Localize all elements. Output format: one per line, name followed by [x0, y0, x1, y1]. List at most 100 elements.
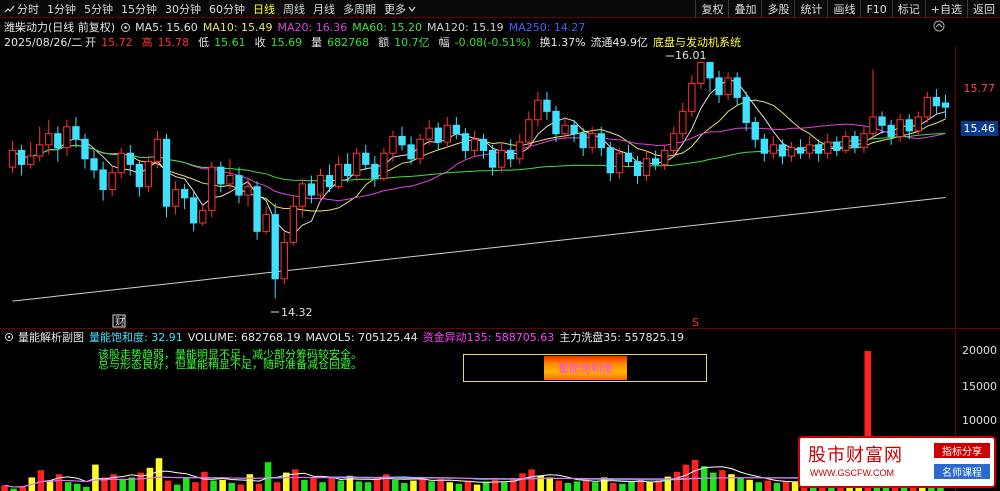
candle — [36, 144, 44, 157]
volume-bar — [237, 484, 245, 491]
saturation-bar: 量能饱和度 — [544, 356, 627, 380]
volume-bar — [273, 482, 281, 491]
tab-monthly[interactable]: 月线 — [309, 0, 339, 18]
tab-60min[interactable]: 60分钟 — [205, 0, 249, 18]
candle — [543, 99, 551, 112]
tab-daily[interactable]: 日线 — [249, 0, 279, 18]
back-button[interactable]: 返回 — [967, 0, 1000, 18]
candle — [307, 183, 316, 196]
tab-1min[interactable]: 1分钟 — [43, 0, 80, 18]
add-watchlist-button[interactable]: +自选 — [924, 0, 967, 18]
candle — [443, 124, 451, 143]
tab-more[interactable]: 更多 — [380, 0, 420, 18]
candle — [488, 149, 497, 168]
candle — [651, 158, 660, 165]
finance-marker[interactable]: 财 — [112, 314, 126, 328]
volume-bar — [501, 482, 508, 491]
candle — [887, 124, 895, 137]
candle — [742, 96, 750, 124]
volume-bar — [183, 477, 190, 491]
settings-icon[interactable] — [4, 332, 14, 342]
tab-weekly[interactable]: 周线 — [279, 0, 309, 18]
volume-bar — [73, 483, 81, 491]
volume-bar — [264, 462, 272, 491]
candle — [851, 135, 859, 149]
tab-label: 更多 — [384, 3, 406, 16]
candle — [479, 138, 488, 151]
draw-line-button[interactable]: 画线 — [827, 0, 860, 18]
candle — [842, 135, 850, 151]
period-tabs: 分时 1分钟 5分钟 15分钟 30分钟 60分钟 日线 周线 月线 多周期 更… — [0, 0, 420, 18]
volume-bar — [646, 482, 653, 491]
collapse-icon[interactable] — [933, 20, 945, 35]
candle — [298, 183, 307, 207]
candle — [434, 127, 442, 143]
candle — [343, 163, 352, 177]
candle — [796, 147, 805, 154]
candle — [516, 141, 524, 160]
tab-multi-period[interactable]: 多周期 — [339, 0, 380, 18]
tab-label: 1分钟 — [47, 3, 76, 16]
candle — [769, 144, 778, 154]
tab-intraday[interactable]: 分时 — [0, 0, 43, 18]
candle — [507, 149, 515, 160]
volume-bar — [246, 474, 254, 491]
candle — [316, 175, 325, 196]
price-tag-current: 15.46 — [960, 121, 998, 136]
s-marker: S — [692, 316, 699, 328]
candle — [226, 175, 234, 185]
statistics-button[interactable]: 统计 — [794, 0, 827, 18]
volume-bar — [319, 482, 326, 491]
volume-bar — [782, 481, 790, 491]
candle — [896, 119, 904, 137]
candle — [416, 138, 424, 160]
fund-anomaly-value: 资金异动135: 588705.63 — [422, 331, 555, 344]
candlestick-chart[interactable]: 16.01 14.32 财 S — [0, 46, 1000, 328]
candle — [624, 152, 633, 163]
candle — [72, 126, 80, 140]
volume-bar — [46, 480, 54, 491]
mark-button[interactable]: 标记 — [891, 0, 925, 18]
tab-15min[interactable]: 15分钟 — [117, 0, 161, 18]
tab-30min[interactable]: 30分钟 — [161, 0, 205, 18]
overlay-button[interactable]: 叠加 — [728, 0, 761, 18]
volume-value: VOLUME: 682768.19 — [187, 330, 301, 344]
volume-bar — [673, 471, 681, 491]
multi-stock-button[interactable]: 多股 — [761, 0, 794, 18]
candle — [869, 116, 877, 135]
candle — [497, 149, 506, 168]
candle — [17, 149, 26, 165]
candle — [597, 133, 605, 149]
indicator-title: 量能解析副图 — [18, 331, 84, 344]
candle — [923, 96, 932, 118]
volume-bar — [391, 479, 399, 491]
chevron-down-icon — [408, 6, 416, 12]
candle — [824, 141, 832, 154]
tab-label: 分时 — [17, 3, 39, 16]
volume-bar — [564, 483, 572, 491]
ma60-value: MA60: 15.20 — [352, 20, 422, 34]
candle — [398, 135, 406, 146]
price-axis: 15.77 15.46 — [955, 46, 1000, 328]
candle — [905, 119, 913, 132]
tab-label: 30分钟 — [165, 3, 201, 16]
candle — [688, 82, 696, 112]
candle — [805, 144, 814, 154]
candle — [253, 186, 261, 232]
candle — [217, 166, 225, 185]
tab-5min[interactable]: 5分钟 — [80, 0, 117, 18]
candle — [262, 214, 270, 232]
candle — [99, 169, 107, 190]
low-annotation: 14.32 — [271, 306, 313, 319]
ma-lines — [12, 78, 946, 302]
ma120-value: MA120: 15.19 — [426, 20, 504, 34]
volume-bar — [310, 478, 317, 491]
volume-bar — [755, 482, 762, 491]
adjust-button[interactable]: 复权 — [695, 0, 728, 18]
candle — [461, 133, 470, 151]
volume-bar — [337, 480, 345, 491]
f10-button[interactable]: F10 — [860, 0, 891, 18]
settings-icon[interactable] — [120, 22, 131, 33]
candle — [642, 158, 651, 177]
volume-bar — [92, 464, 99, 491]
